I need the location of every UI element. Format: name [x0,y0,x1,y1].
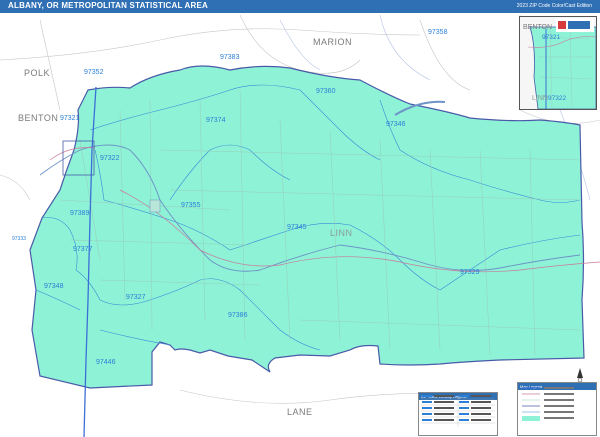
map-canvas: MARION POLK BENTON LINN LANE 97358 97383… [0,13,600,437]
zip-label-97386: 97386 [228,312,248,319]
inset-label-benton: BENTON [523,24,552,31]
county-label-benton: BENTON [18,113,58,123]
zip-label-97352: 97352 [84,69,104,76]
zip-label-97329: 97329 [460,269,480,276]
inset-zip-97322: 97322 [548,95,566,102]
zip-label-97374: 97374 [206,117,226,124]
brand-logo-icon [556,18,594,32]
county-label-polk: POLK [24,68,50,78]
key-symbols [522,387,574,421]
inset-zip-97321: 97321 [542,34,560,41]
zip-label-97355: 97355 [181,202,201,209]
zip-label-97348: 97348 [44,283,64,290]
zip-label-97383: 97383 [220,54,240,61]
zip-label-97377: 97377 [73,246,93,253]
lebanon-urban [149,199,161,213]
county-label-linn: LINN [330,228,353,238]
map-frame: ALBANY, OR METROPOLITAN STATISTICAL AREA… [0,0,600,437]
inset-label-linn: LINN [532,95,548,102]
legend-table [421,395,495,427]
zip-lookup-legend: ZIP Code Lookup Legend [418,392,498,436]
map-key: Map Legend [517,382,597,436]
zip-label-97322: 97322 [100,155,120,162]
zip-label-97333: 97333 [12,236,26,242]
zip-label-97346: 97346 [386,121,406,128]
zip-label-97389: 97389 [70,210,90,217]
zip-label-97345: 97345 [287,224,307,231]
county-label-marion: MARION [313,37,352,47]
zip-label-97446: 97446 [96,359,116,366]
zip-label-97360: 97360 [316,88,336,95]
zip-label-97321: 97321 [60,115,80,122]
zip-label-97327: 97327 [126,294,146,301]
zip-label-97358: 97358 [428,29,448,36]
county-label-lane: LANE [287,407,313,417]
